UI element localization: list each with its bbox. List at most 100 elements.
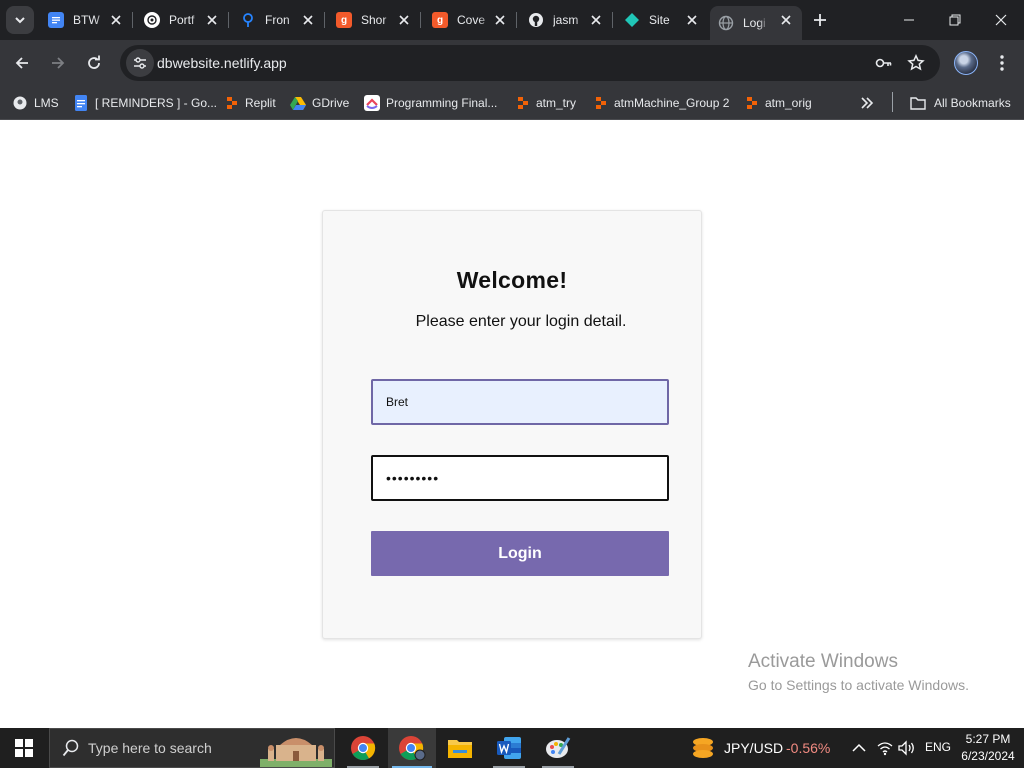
watermark-subtitle: Go to Settings to activate Windows. <box>748 677 969 693</box>
username-input[interactable]: Bret <box>371 379 669 425</box>
chatgpt-icon <box>144 12 160 28</box>
ticker-symbol[interactable]: JPY/USD <box>724 740 783 756</box>
tab-label: Shor <box>361 13 387 27</box>
bookmark-label: atm_try <box>536 96 577 110</box>
tab-divider <box>420 12 421 28</box>
tune-icon <box>134 57 146 69</box>
taskbar-chrome-profile[interactable] <box>388 728 436 768</box>
taskbar-file-explorer[interactable] <box>436 728 484 768</box>
bookmark-label: Programming Final... <box>386 96 498 110</box>
volume-icon[interactable] <box>897 738 917 758</box>
more-bookmarks-button[interactable] <box>860 92 874 114</box>
watermark-title: Activate Windows <box>748 651 898 672</box>
tab-frontend[interactable]: Fron <box>232 6 324 34</box>
tab-login-active[interactable]: Logi <box>710 6 802 40</box>
network-icon[interactable] <box>875 738 895 758</box>
key-icon[interactable] <box>874 53 894 73</box>
github-icon <box>528 12 544 28</box>
close-icon[interactable] <box>396 12 412 28</box>
netlify-icon <box>624 12 640 28</box>
activate-windows-watermark: Activate Windows Go to Settings to activ… <box>748 651 969 693</box>
tab-divider <box>324 12 325 28</box>
g-icon: g <box>336 12 352 28</box>
close-icon[interactable] <box>588 12 604 28</box>
back-button[interactable] <box>8 49 36 77</box>
close-icon[interactable] <box>108 12 124 28</box>
close-icon[interactable] <box>778 12 794 28</box>
clock-date: 6/23/2024 <box>961 749 1015 763</box>
close-icon[interactable] <box>204 12 220 28</box>
exchange-coins-icon[interactable] <box>690 736 716 760</box>
tab-label: Logi <box>743 16 766 30</box>
password-input[interactable]: ••••••••• <box>371 455 669 501</box>
show-hidden-icons-button[interactable] <box>849 738 869 758</box>
profile-avatar[interactable] <box>954 51 978 75</box>
address-bar[interactable]: dbwebsite.netlify.app <box>120 45 940 81</box>
bookmarks-divider <box>892 92 893 112</box>
clickup-icon <box>364 95 380 111</box>
close-icon <box>995 14 1007 26</box>
login-button[interactable]: Login <box>371 531 669 576</box>
bookmarks-bar: LMS [ REMINDERS ] - Go... Replit GDrive … <box>0 86 1024 120</box>
tab-label: Site <box>649 13 670 27</box>
bookmark-reminders[interactable]: [ REMINDERS ] - Go... <box>73 92 217 114</box>
taskbar-search[interactable]: Type here to search <box>49 728 335 768</box>
language-indicator[interactable]: ENG <box>925 740 951 754</box>
windows-logo-icon <box>15 739 33 757</box>
folder-icon <box>448 740 472 758</box>
more-vert-icon <box>1000 55 1004 71</box>
restore-button[interactable] <box>932 0 978 40</box>
bookmark-atm-try[interactable]: atm_try <box>514 92 576 114</box>
bookmark-label: atmMachine_Group 2 <box>614 96 730 110</box>
tab-label: BTW <box>73 13 100 27</box>
tab-portfolio[interactable]: Portf <box>136 6 228 34</box>
windows-taskbar: Type here to search JPY/USD -0.56% ENG 5… <box>0 728 1024 768</box>
url-text[interactable]: dbwebsite.netlify.app <box>157 55 287 71</box>
menu-button[interactable] <box>990 49 1014 77</box>
site-info-button[interactable] <box>126 49 154 77</box>
chevron-down-icon <box>15 17 25 24</box>
replit-icon <box>743 95 759 111</box>
minimize-icon <box>904 19 914 21</box>
tab-netlify-site[interactable]: Site <box>616 6 708 34</box>
tab-short[interactable]: g Shor <box>328 6 420 34</box>
bookmark-label: [ REMINDERS ] - Go... <box>95 96 218 110</box>
bookmark-gdrive[interactable]: GDrive <box>290 92 349 114</box>
web-page: Welcome! Please enter your login detail.… <box>0 121 1024 728</box>
new-tab-button[interactable] <box>806 6 834 34</box>
close-window-button[interactable] <box>978 0 1024 40</box>
ticker-change[interactable]: -0.56% <box>786 740 830 756</box>
arrow-right-icon <box>52 57 65 69</box>
minimize-button[interactable] <box>886 0 932 40</box>
close-icon[interactable] <box>300 12 316 28</box>
start-button[interactable] <box>0 728 48 768</box>
tab-github[interactable]: jasm <box>520 6 612 34</box>
close-icon[interactable] <box>492 12 508 28</box>
taskbar-chrome[interactable] <box>339 728 387 768</box>
arrow-left-icon <box>15 57 28 69</box>
restore-icon <box>949 14 961 26</box>
taskbar-word[interactable] <box>485 728 533 768</box>
bookmark-atmmachine-group2[interactable]: atmMachine_Group 2 <box>592 92 729 114</box>
close-icon[interactable] <box>684 12 700 28</box>
clock[interactable]: 5:27 PM 6/23/2024 <box>958 731 1018 765</box>
tab-search-button[interactable] <box>6 6 34 34</box>
tab-label: Portf <box>169 13 195 27</box>
tab-cover[interactable]: g Cove <box>424 6 516 34</box>
sourcetree-icon <box>240 12 256 28</box>
taskbar-paint[interactable] <box>534 728 582 768</box>
chrome-profile-icon <box>399 736 426 761</box>
bookmark-atm-orig[interactable]: atm_orig <box>743 92 812 114</box>
reload-button[interactable] <box>80 49 108 77</box>
paint-palette-icon <box>546 737 571 758</box>
tab-btw[interactable]: BTW <box>40 6 132 34</box>
replit-icon <box>592 95 608 111</box>
bookmark-lms[interactable]: LMS <box>12 92 59 114</box>
tab-label: jasm <box>553 13 579 27</box>
all-bookmarks-button[interactable]: All Bookmarks <box>910 92 1011 114</box>
bookmark-programming-final[interactable]: Programming Final... <box>364 92 497 114</box>
bookmark-replit[interactable]: Replit <box>223 92 276 114</box>
bookmark-star-icon[interactable] <box>906 53 926 73</box>
bookmark-label: LMS <box>34 96 59 110</box>
forward-button[interactable] <box>44 49 72 77</box>
